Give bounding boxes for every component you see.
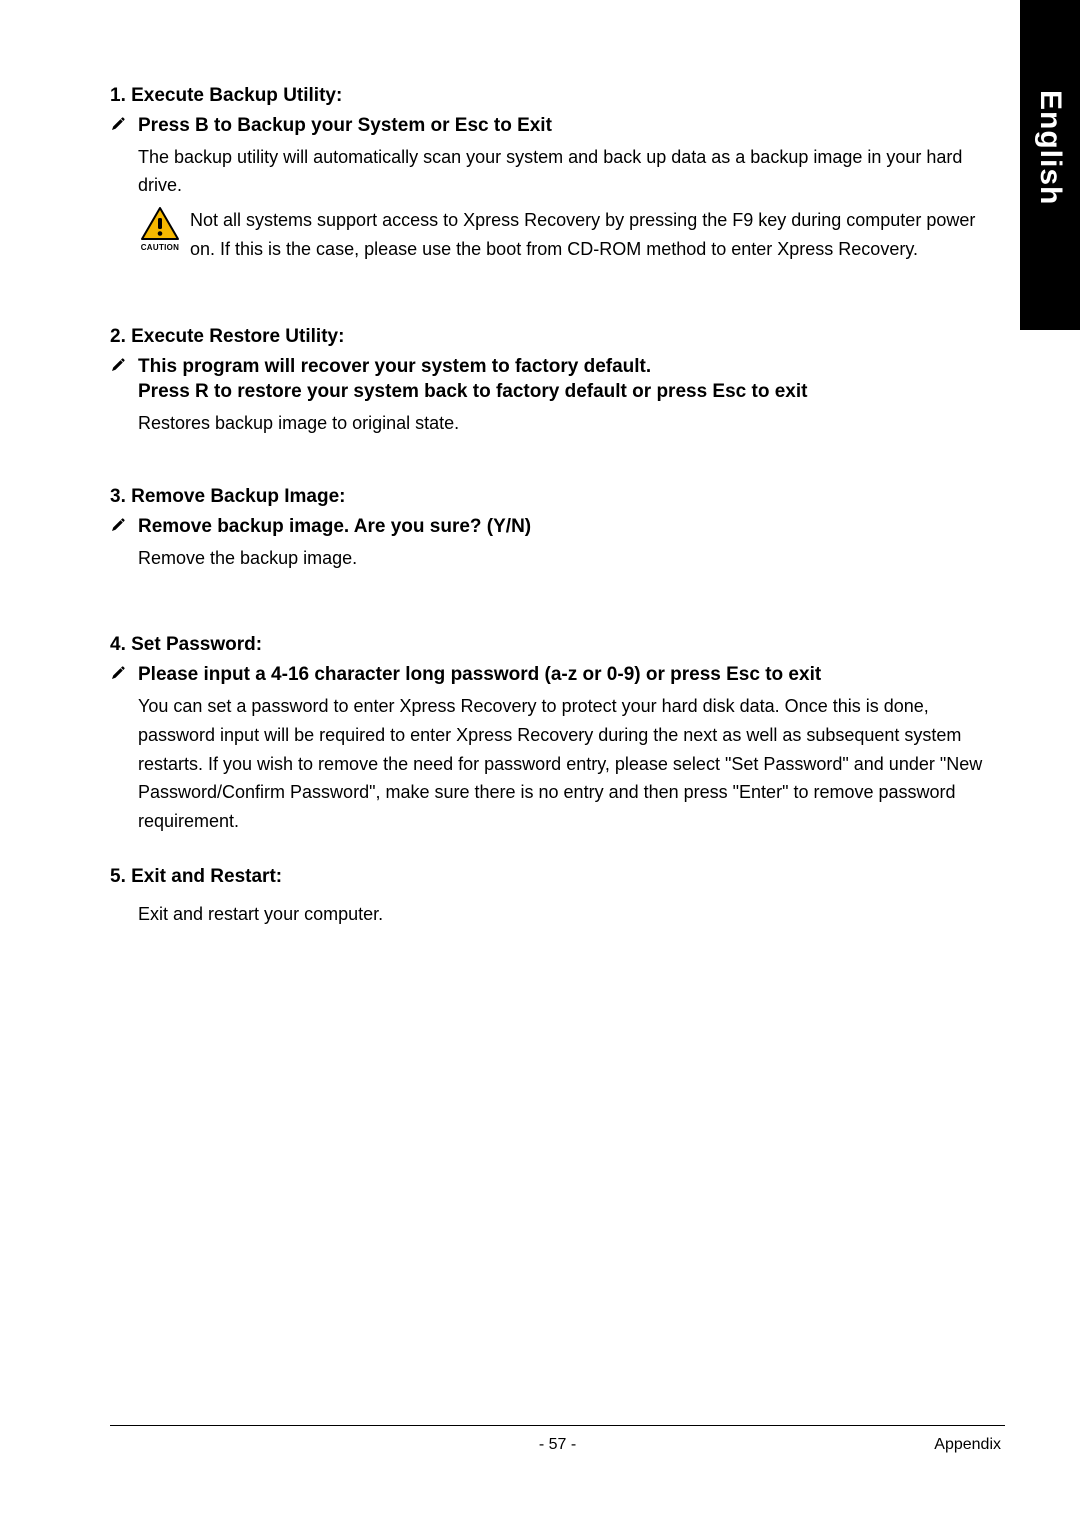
section-1-body: The backup utility will automatically sc… <box>138 143 990 201</box>
section-2-bullet-line2: Press R to restore your system back to f… <box>138 379 807 405</box>
pencil-icon <box>110 662 128 686</box>
section-1-bullet: Press B to Backup your System or Esc to … <box>110 113 990 139</box>
pencil-icon <box>110 354 128 378</box>
section-4-bullet: Please input a 4-16 character long passw… <box>110 662 990 688</box>
page: English 1. Execute Backup Utility: Press… <box>0 0 1080 1532</box>
section-4-body: You can set a password to enter Xpress R… <box>138 692 990 836</box>
section-1-bullet-label: Press B to Backup your System or Esc to … <box>138 113 552 139</box>
section-5-heading: 5. Exit and Restart: <box>110 866 990 888</box>
section-1-heading: 1. Execute Backup Utility: <box>110 85 990 107</box>
section-4-heading: 4. Set Password: <box>110 634 990 656</box>
footer: - 57 - Appendix <box>110 1425 1005 1454</box>
section-3-bullet: Remove backup image. Are you sure? (Y/N) <box>110 514 990 540</box>
footer-divider <box>110 1425 1005 1426</box>
pencil-icon <box>110 514 128 538</box>
section-3-bullet-label: Remove backup image. Are you sure? (Y/N) <box>138 514 531 540</box>
caution-block: CAUTION Not all systems support access t… <box>138 206 990 264</box>
page-number: - 57 - <box>110 1436 1005 1454</box>
content-area: 1. Execute Backup Utility: Press B to Ba… <box>110 85 990 929</box>
section-2-heading: 2. Execute Restore Utility: <box>110 326 990 348</box>
section-2-body: Restores backup image to original state. <box>138 409 990 438</box>
section-2-bullet: This program will recover your system to… <box>110 354 990 405</box>
language-tab: English <box>1020 0 1080 330</box>
caution-icon <box>140 206 180 242</box>
section-5-body: Exit and restart your computer. <box>138 900 990 929</box>
caution-text: Not all systems support access to Xpress… <box>190 206 990 264</box>
language-tab-label: English <box>1033 90 1067 205</box>
section-3-heading: 3. Remove Backup Image: <box>110 486 990 508</box>
caution-label: CAUTION <box>141 243 180 252</box>
pencil-icon <box>110 113 128 137</box>
caution-icon-column: CAUTION <box>138 206 182 252</box>
section-4-bullet-label: Please input a 4-16 character long passw… <box>138 662 821 688</box>
section-2-bullet-line1: This program will recover your system to… <box>138 354 807 380</box>
section-3-body: Remove the backup image. <box>138 544 990 573</box>
